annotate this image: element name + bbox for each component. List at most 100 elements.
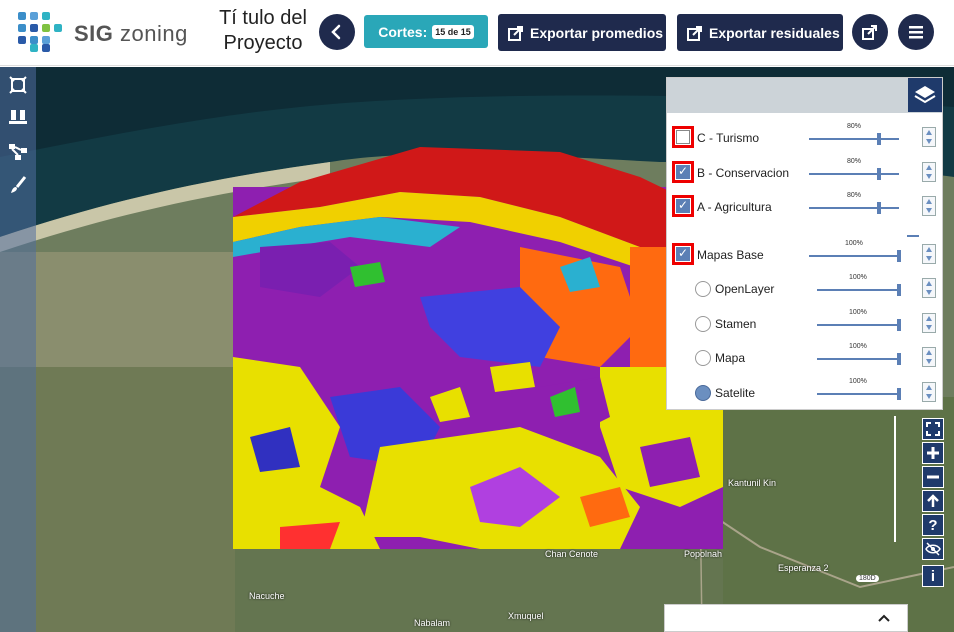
opacity-slider-thumb[interactable] <box>877 168 881 180</box>
brand-name: SIG zoning <box>74 21 188 46</box>
base-option-label: Mapa <box>715 351 746 365</box>
base-radio-stamen[interactable] <box>695 316 711 332</box>
export-icon <box>508 25 523 41</box>
opacity-spinner[interactable] <box>922 278 936 298</box>
base-option-label: OpenLayer <box>715 282 775 296</box>
cortes-label: Cortes: <box>378 23 428 40</box>
share-icon <box>862 25 877 40</box>
base-option-label: Stamen <box>715 317 757 331</box>
opacity-slider-track[interactable] <box>809 173 899 175</box>
export-icon <box>687 25 702 41</box>
bottom-drawer[interactable] <box>664 604 908 632</box>
layer-label: C - Turismo <box>697 131 760 145</box>
project-title[interactable]: Tí tulo del Proyecto <box>212 6 314 56</box>
sigzoning-logo-icon <box>18 12 62 52</box>
layers-icon <box>914 86 936 104</box>
top-header: SIG zoning Tí tulo del Proyecto Cortes: … <box>0 0 954 66</box>
export-averages-button[interactable]: Exportar promedios <box>498 14 666 51</box>
layers-panel: C - Turismo 80% B - Conservacion 80% A -… <box>666 77 943 410</box>
chevron-up-icon <box>878 614 890 622</box>
opacity-slider-track[interactable] <box>817 393 901 395</box>
base-radio-mapa[interactable] <box>695 350 711 366</box>
chevron-left-icon <box>331 24 341 40</box>
opacity-slider-thumb[interactable] <box>897 388 901 400</box>
export-residuals-button[interactable]: Exportar residuales <box>677 14 843 51</box>
network-tool[interactable] <box>8 142 28 162</box>
map-label-nacuche: Nacuche <box>249 591 285 601</box>
base-radio-openlayer[interactable] <box>695 281 711 297</box>
opacity-spinner[interactable] <box>922 347 936 367</box>
layer-row-agricultura: A - Agricultura 80% <box>667 192 942 223</box>
base-option-satelite: Satelite 100% <box>667 378 942 408</box>
zoom-out-button[interactable] <box>922 466 944 488</box>
select-area-tool[interactable] <box>8 75 28 95</box>
base-option-opacity-value: 100% <box>849 274 867 281</box>
paint-tool[interactable] <box>8 175 28 195</box>
base-option-label: Satelite <box>715 386 756 400</box>
menu-button[interactable] <box>898 14 934 50</box>
arrow-up-icon <box>927 494 939 507</box>
opacity-spinner[interactable] <box>922 162 936 182</box>
map-label-chan-cenote: Chan Cenote <box>545 549 599 559</box>
map-label-kantunil: Kantunil Kin <box>728 478 777 488</box>
eye-off-icon <box>925 542 941 556</box>
crop-select-icon <box>9 76 27 94</box>
zoom-in-button[interactable] <box>922 442 944 464</box>
layer-checkbox-conservacion[interactable] <box>676 164 690 179</box>
map-label-esperanza: Esperanza 2 <box>778 563 829 573</box>
base-option-opacity-value: 100% <box>849 343 867 350</box>
base-maps-checkbox[interactable] <box>676 246 690 261</box>
opacity-spinner[interactable] <box>922 382 936 402</box>
share-button[interactable] <box>852 14 888 50</box>
info-button[interactable]: i <box>922 565 944 587</box>
network-icon <box>9 144 27 160</box>
hamburger-icon <box>909 26 923 39</box>
opacity-slider-thumb[interactable] <box>877 133 881 145</box>
layer-row-turismo: C - Turismo 80% <box>667 123 942 154</box>
layers-toggle-button[interactable] <box>908 78 942 112</box>
opacity-spinner[interactable] <box>922 127 936 147</box>
help-button[interactable]: ? <box>922 514 944 536</box>
opacity-slider-thumb[interactable] <box>897 250 901 262</box>
opacity-spinner[interactable] <box>922 244 936 264</box>
opacity-slider-thumb[interactable] <box>897 319 901 331</box>
cortes-button[interactable]: Cortes: 15 de 15 <box>364 15 488 48</box>
brush-icon <box>11 176 27 193</box>
export-residuals-label: Exportar residuales <box>709 24 840 41</box>
layer-opacity-value: 80% <box>847 192 862 199</box>
layers-panel-header <box>667 78 942 113</box>
minus-icon <box>927 475 939 479</box>
export-averages-label: Exportar promedios <box>530 24 664 41</box>
base-maps-opacity-value: 100% <box>845 240 863 247</box>
opacity-slider-track[interactable] <box>817 289 901 291</box>
fullscreen-icon <box>926 422 940 436</box>
layer-checkbox-agricultura[interactable] <box>676 198 690 213</box>
scale-bar <box>894 416 896 542</box>
base-option-openlayer: OpenLayer 100% <box>667 274 942 304</box>
opacity-slider-thumb[interactable] <box>877 202 881 214</box>
base-option-stamen: Stamen 100% <box>667 309 942 339</box>
opacity-spinner[interactable] <box>922 313 936 333</box>
toggle-visibility-button[interactable] <box>922 538 944 560</box>
opacity-slider-thumb[interactable] <box>897 284 901 296</box>
opacity-slider-track[interactable] <box>817 324 901 326</box>
map-label-popolnah: Popolnah <box>684 549 723 559</box>
opacity-spinner[interactable] <box>922 196 936 216</box>
base-maps-row: Mapas Base 100% <box>667 240 942 271</box>
reset-north-button[interactable] <box>922 490 944 512</box>
layer-label: B - Conservacion <box>697 166 790 180</box>
layer-checkbox-turismo[interactable] <box>676 130 690 144</box>
fullscreen-button[interactable] <box>922 418 944 440</box>
opacity-slider-thumb[interactable] <box>897 353 901 365</box>
layer-opacity-value: 80% <box>847 158 862 165</box>
opacity-slider-track[interactable] <box>809 255 901 257</box>
layer-row-conservacion: B - Conservacion 80% <box>667 158 942 189</box>
base-radio-satelite[interactable] <box>695 385 711 401</box>
plus-icon <box>927 447 939 459</box>
opacity-slider-track[interactable] <box>817 358 901 360</box>
opacity-slider-track[interactable] <box>809 207 899 209</box>
compare-tool[interactable] <box>8 107 28 127</box>
opacity-slider-track[interactable] <box>809 138 899 140</box>
back-button[interactable] <box>319 14 355 50</box>
left-toolbar <box>0 67 36 632</box>
